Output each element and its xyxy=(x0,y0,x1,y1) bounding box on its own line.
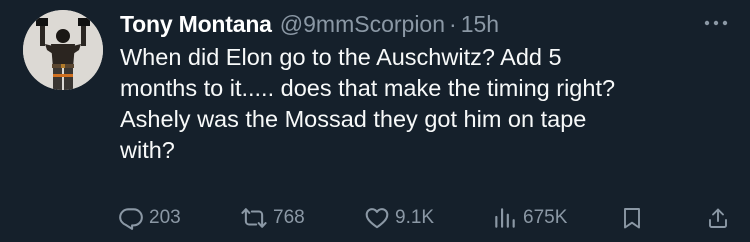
reply-count: 203 xyxy=(149,207,181,228)
reply-button[interactable]: 203 xyxy=(118,203,181,233)
avatar[interactable] xyxy=(23,10,103,90)
view-count: 675K xyxy=(523,207,568,228)
reply-icon xyxy=(119,208,143,230)
repost-count: 768 xyxy=(273,207,305,228)
bookmark-button[interactable] xyxy=(620,203,644,233)
action-bar: 203 768 9.1K 675K xyxy=(118,203,732,233)
views-icon xyxy=(495,208,515,228)
timestamp[interactable]: 15h xyxy=(461,11,499,38)
more-icon xyxy=(704,20,728,26)
separator-dot: · xyxy=(449,10,457,37)
heart-icon xyxy=(365,208,389,229)
more-button[interactable] xyxy=(702,11,730,35)
tweet: Tony Montana @9mmScorpion · 15h When did… xyxy=(0,0,750,242)
user-handle[interactable]: @9mmScorpion xyxy=(280,11,445,38)
share-icon xyxy=(709,208,727,228)
display-name[interactable]: Tony Montana xyxy=(120,11,272,38)
avatar-image xyxy=(23,10,103,90)
tweet-text: When did Elon go to the Auschwitz? Add 5… xyxy=(120,44,616,163)
repost-icon xyxy=(241,208,267,228)
like-count: 9.1K xyxy=(395,207,435,228)
share-button[interactable] xyxy=(706,203,730,233)
bookmark-icon xyxy=(624,208,640,229)
tweet-header: Tony Montana @9mmScorpion · 15h xyxy=(120,7,499,41)
views-button[interactable]: 675K xyxy=(492,203,567,233)
repost-button[interactable]: 768 xyxy=(240,203,305,233)
like-button[interactable]: 9.1K xyxy=(364,203,434,233)
